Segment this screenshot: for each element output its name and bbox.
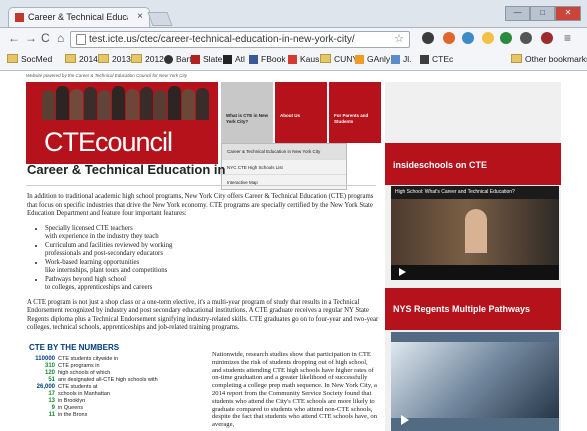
cte-numbers: CTE BY THE NUMBERS 110000 CTE students ci… [29,343,205,419]
second-video-player[interactable] [391,332,559,431]
bookmarks-bar: SocMed 2014 2013 2012 Bart Slate Atl FBo… [0,49,587,71]
folder-icon [320,54,331,63]
number-row: 9 in Queens [51,405,84,411]
extension-icon[interactable] [443,32,455,44]
close-window-button[interactable]: ✕ [555,6,581,21]
regents-section[interactable]: NYS Regents Multiple Pathways [385,288,561,330]
kaus-icon [288,55,297,64]
sidebar: insideschools on CTE High School: What's… [385,82,561,431]
nav-about-us[interactable]: About Us [275,82,327,143]
new-tab-button[interactable] [147,12,173,26]
analytics-icon [355,55,364,64]
bookmark-item[interactable]: 2012 [131,54,164,64]
brand-name: CTEcouncil [44,127,173,157]
play-icon[interactable] [401,415,409,425]
bookmark-item[interactable]: CUNY [320,54,358,64]
minimize-button[interactable]: — [505,6,530,21]
back-icon[interactable]: ← [8,31,20,45]
page-icon [76,34,86,45]
number-row: 26,000 CTE students at [36,384,98,390]
forward-icon[interactable]: → [25,31,37,45]
menu-icon[interactable]: ≡ [564,31,571,45]
bookmark-item[interactable]: 2014 [65,54,98,64]
main-copy: In addition to traditional academic high… [27,193,379,333]
bookmark-item[interactable]: FBook [249,54,286,64]
bookmark-star-icon[interactable]: ☆ [394,32,404,45]
folder-icon [98,54,109,63]
extension-icon[interactable] [541,32,553,44]
bookmark-item[interactable]: Slate [191,54,222,64]
number-row: 110000 CTE students citywide in [35,356,119,362]
bookmark-item[interactable]: 2013 [98,54,131,64]
nav-parents-students[interactable]: For Parents and Students [329,82,381,143]
address-bar[interactable]: test.icte.us/ctec/career-technical-educa… [70,31,410,48]
number-row: 11 in the Bronx [48,412,88,418]
number-row: 51 are designated all-CTE high schools wi… [48,377,158,383]
nav-what-is-cte[interactable]: What is CTE in New York City? [221,82,273,143]
extension-icon[interactable] [520,32,532,44]
bookmark-item[interactable]: GAnly [355,54,390,64]
browser-tab[interactable]: Career & Technical Educa × [8,7,150,27]
number-row: 310 CTE programs in [44,363,100,369]
window-controls: — □ ✕ [505,2,581,21]
program-paragraph: A CTE program is not just a shop class o… [27,298,379,332]
video-thumbnail [391,199,559,265]
reload-icon[interactable]: C [41,31,50,45]
video-scene [391,342,559,418]
bookmark-item[interactable]: Jl. [391,54,412,64]
bookmark-item[interactable]: CTEc [420,54,453,64]
browser-chrome: Career & Technical Educa × — □ ✕ ← → C ⌂ t… [0,0,587,71]
toolbar: ← → C ⌂ test.icte.us/ctec/career-technic… [0,27,587,50]
other-bookmarks[interactable]: Other bookmarks [511,54,587,64]
research-paragraph: Nationwide, research studies show that p… [212,351,377,429]
bookmark-item[interactable]: SocMed [7,54,52,64]
play-icon[interactable] [399,268,406,276]
extension-icon[interactable] [462,32,474,44]
numbers-heading: CTE BY THE NUMBERS [29,343,120,352]
folder-icon [65,54,76,63]
number-row: 120 high schools of which [44,370,111,376]
facebook-icon [249,55,258,64]
folder-icon [511,54,522,63]
slate-icon [191,55,200,64]
video-title[interactable]: High School: What's Career and Technical… [395,189,515,195]
extension-icon[interactable] [482,32,494,44]
folder-icon [131,54,142,63]
insideschools-section[interactable]: insideschools on CTE [385,143,561,185]
video-player[interactable]: High School: What's Career and Technical… [391,186,559,280]
jl-icon [391,55,400,64]
folder-icon [7,54,18,63]
bart-icon [164,55,173,64]
ctec-icon [420,55,429,64]
extension-icon[interactable] [500,32,512,44]
bookmark-item[interactable]: Bart [164,54,192,64]
number-row: 13 in Brooklyn [48,398,86,404]
dropdown-item[interactable]: Interactive Map [222,174,346,189]
site-favicon-icon [15,13,24,22]
home-icon[interactable]: ⌂ [57,31,64,45]
extension-icon[interactable] [422,32,434,44]
video-controls[interactable] [391,265,559,280]
maximize-button[interactable]: □ [530,6,555,21]
bookmark-item[interactable]: Atl [223,54,245,64]
site-note: Website powered by the Career & Technica… [26,73,187,78]
bookmark-item[interactable]: Kaus [288,54,319,64]
site-content: Website powered by the Career & Technica… [18,71,578,431]
cte-council-logo[interactable]: CTEcouncil [26,82,218,164]
page-title: Career & Technical Education in [27,162,226,177]
nav-dropdown: Career & Technical Education in New York… [221,143,347,190]
people-banner [42,86,212,120]
atl-icon [223,55,232,64]
number-row: 17 schools in Manhattan [48,391,110,397]
url-text[interactable]: test.icte.us/ctec/career-technical-educa… [89,34,355,45]
feature-list: Specially licensed CTE teacherswith expe… [45,225,379,293]
tab-close-icon[interactable]: × [137,11,143,22]
web-page: Website powered by the Career & Technica… [0,71,587,431]
dropdown-item[interactable]: Career & Technical Education in New York… [222,144,346,159]
intro-paragraph: In addition to traditional academic high… [27,193,374,217]
dropdown-item[interactable]: NYC CTE High Schools List [222,159,346,174]
divider [26,185,376,186]
tab-title[interactable]: Career & Technical Educa [28,12,128,22]
